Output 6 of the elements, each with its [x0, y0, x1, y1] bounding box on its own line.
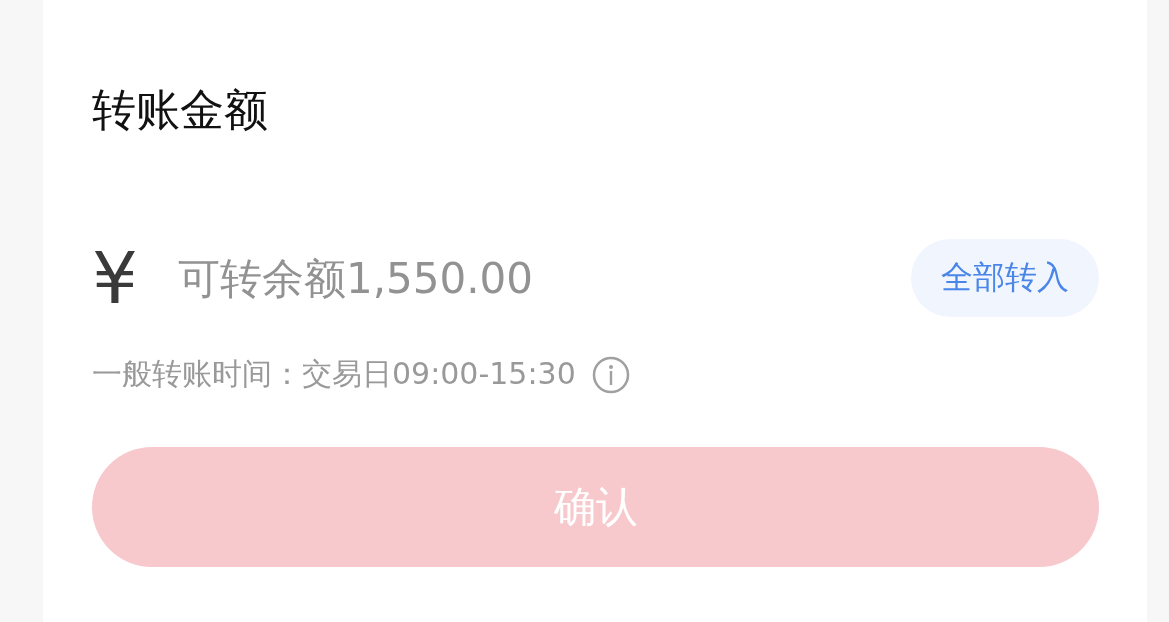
info-icon[interactable]	[591, 355, 630, 394]
amount-field[interactable]: 可转余额1,550.00	[178, 253, 911, 303]
section-title: 转账金额	[92, 83, 269, 137]
transfer-all-button[interactable]: 全部转入	[911, 239, 1099, 317]
transfer-time-notice: 一般转账时间：交易日09:00-15:30	[92, 355, 576, 393]
currency-symbol: ¥	[92, 238, 139, 318]
